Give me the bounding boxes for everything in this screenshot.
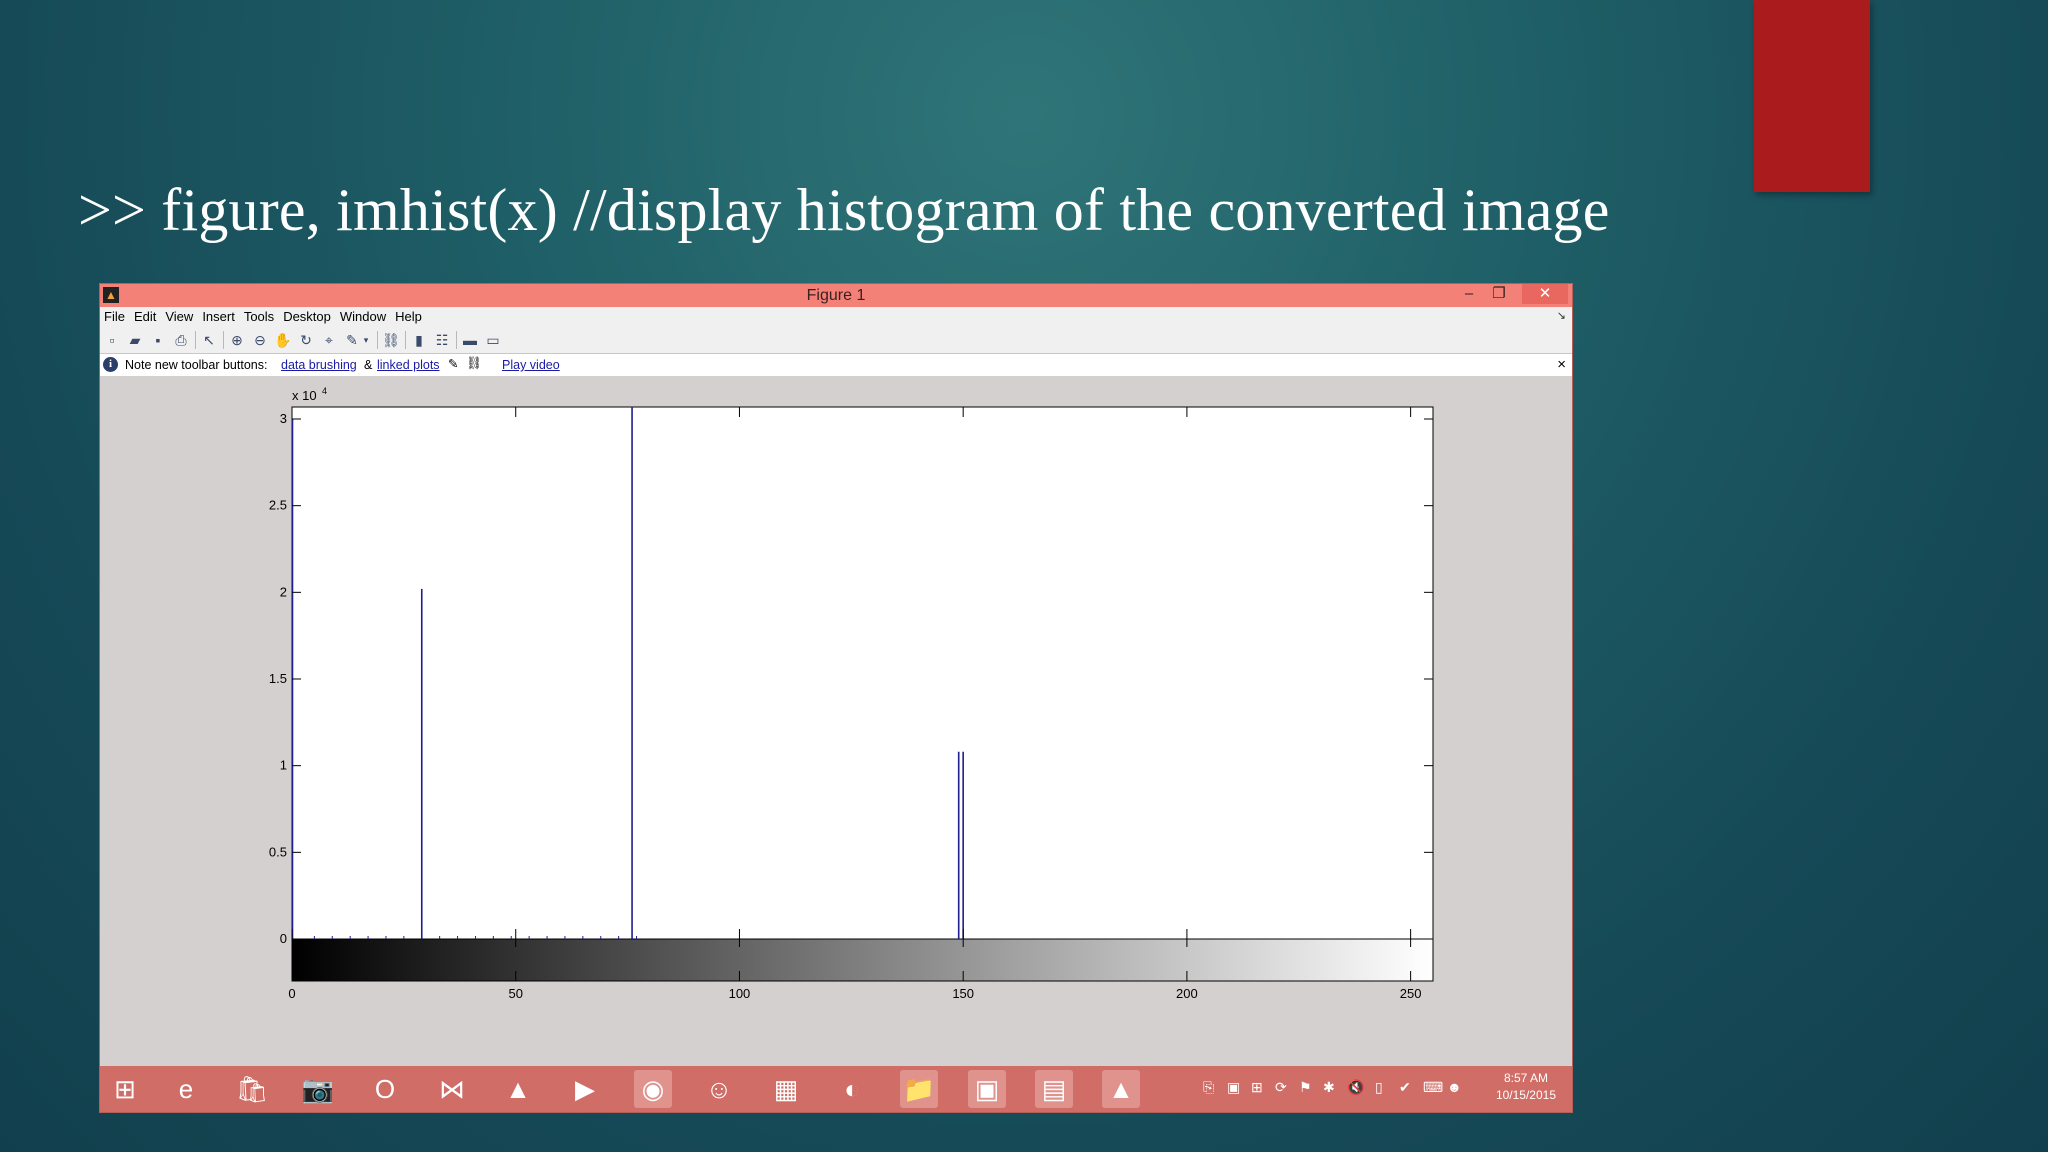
y-tick-label: 0	[280, 931, 287, 946]
menu-window[interactable]: Window	[336, 307, 391, 327]
zoom-in-icon[interactable]: ⊕	[228, 331, 246, 349]
close-button[interactable]: ✕	[1522, 284, 1568, 304]
language-tray-icon[interactable]: ⌨	[1423, 1079, 1443, 1096]
y-tick-label: 3	[280, 411, 287, 426]
antivirus-tray-icon[interactable]: ✔	[1399, 1079, 1411, 1096]
data-cursor-icon[interactable]: ⌖	[320, 331, 338, 349]
menu-view[interactable]: View	[161, 307, 198, 327]
close-infobar-icon[interactable]: ×	[1557, 356, 1566, 373]
window-title: Figure 1	[806, 287, 866, 304]
bluetooth-tray-icon[interactable]: ✱	[1323, 1079, 1335, 1096]
menu-edit[interactable]: Edit	[130, 307, 161, 327]
rotate-3d-icon[interactable]: ↻	[297, 331, 315, 349]
sync-tray-icon[interactable]: ⟳	[1275, 1079, 1287, 1096]
vlc-icon[interactable]: ▲	[499, 1070, 537, 1108]
y-tick-label: 2.5	[269, 498, 287, 513]
flag-tray-icon[interactable]: ⚑	[1299, 1079, 1312, 1096]
media-player-icon[interactable]: ▶	[566, 1070, 604, 1108]
dock-figure-icon[interactable]: ↘	[1557, 309, 1566, 322]
brush-small-icon: ✎	[448, 357, 459, 371]
menu-desktop[interactable]: Desktop	[279, 307, 336, 327]
x-tick-label: 200	[1176, 986, 1198, 1001]
info-icon: i	[103, 357, 118, 372]
play-video-link[interactable]: Play video	[502, 358, 560, 372]
colorbar-icon[interactable]: ▮	[410, 331, 428, 349]
minimize-icon: –	[1464, 285, 1474, 302]
tray-app-icon[interactable]: ▣	[1227, 1079, 1240, 1096]
clock-date: 10/15/2015	[1495, 1088, 1556, 1102]
x-tick-label: 250	[1400, 986, 1422, 1001]
show-plot-tools-icon[interactable]: ▭	[484, 331, 502, 349]
file-explorer-icon[interactable]: 📁	[900, 1070, 938, 1108]
zoom-out-icon[interactable]: ⊖	[251, 331, 269, 349]
y-exponent-label: x 10	[292, 388, 317, 403]
menu-insert[interactable]: Insert	[198, 307, 240, 327]
y-tick-label: 0.5	[269, 844, 287, 859]
opera-icon[interactable]: O	[366, 1070, 404, 1108]
user-tray-icon[interactable]: ☻	[1447, 1079, 1462, 1095]
powerpoint-icon[interactable]: ▣	[968, 1070, 1006, 1108]
decorative-red-tab	[1754, 0, 1870, 192]
windows-tray-icon[interactable]: ⊞	[1251, 1079, 1263, 1096]
window-titlebar[interactable]: ▲ Figure 1 – ❐ ✕	[100, 284, 1572, 307]
edit-plot-icon[interactable]: ↖	[200, 331, 218, 349]
windows-taskbar: ⊞ e 🛍 📷 O ⋈ ▲ ▶ ◉ ☺ ▦ ◐ 📁 ▣ ▤ ▲ ⎘ ▣ ⊞ ⟳ …	[100, 1066, 1572, 1112]
info-ampersand: &	[364, 358, 373, 372]
x-tick-label: 150	[952, 986, 974, 1001]
legend-icon[interactable]: ☷	[433, 331, 451, 349]
restore-button[interactable]: ❐	[1486, 284, 1512, 304]
close-icon: ✕	[1538, 285, 1552, 302]
photo-app-icon[interactable]: ◐	[833, 1070, 871, 1108]
matlab-icon[interactable]: ▲	[1102, 1070, 1140, 1108]
menu-file[interactable]: File	[100, 307, 130, 327]
x-tick-label: 100	[729, 986, 751, 1001]
save-icon[interactable]: ▪	[149, 331, 167, 349]
camera-icon[interactable]: 📷	[299, 1070, 337, 1108]
linked-plots-link[interactable]: linked plots	[377, 358, 440, 372]
link-plot-icon[interactable]: ⛓	[382, 331, 400, 349]
minimize-button[interactable]: –	[1456, 284, 1482, 304]
print-icon[interactable]: ⎙	[172, 331, 190, 349]
network-tray-icon[interactable]: ⎘	[1203, 1079, 1214, 1096]
open-file-icon[interactable]: ▰	[126, 331, 144, 349]
y-tick-label: 2	[280, 584, 287, 599]
histogram-chart[interactable]: 0 0.5 1 1.5 2 2.5 3 0 50 100 150 200 250 x 10 4	[100, 376, 1572, 1006]
winrar-icon[interactable]: ▤	[1035, 1070, 1073, 1108]
figure-toolbar: ▫ ▰ ▪ ⎙ ↖ ⊕ ⊖ ✋ ↻ ⌖ ✎ ▾ ⛓ ▮ ☷ ▬ ▭	[100, 327, 1572, 354]
menu-help[interactable]: Help	[391, 307, 427, 327]
menu-tools[interactable]: Tools	[240, 307, 279, 327]
new-figure-icon[interactable]: ▫	[103, 331, 121, 349]
chrome-icon[interactable]: ◉	[634, 1070, 672, 1108]
uc-browser-icon[interactable]: ☺	[700, 1070, 738, 1108]
windows-start-icon[interactable]: ⊞	[106, 1070, 144, 1108]
apps-grid-icon[interactable]: ▦	[767, 1070, 805, 1108]
internet-explorer-icon[interactable]: e	[167, 1070, 205, 1108]
x-tick-label: 50	[508, 986, 522, 1001]
brush-icon[interactable]: ✎	[343, 331, 361, 349]
store-icon[interactable]: 🛍	[233, 1070, 271, 1108]
volume-tray-icon[interactable]: 🔇	[1347, 1079, 1364, 1096]
data-brushing-link[interactable]: data brushing	[281, 358, 357, 372]
pan-icon[interactable]: ✋	[274, 331, 292, 349]
brush-dropdown-icon[interactable]: ▾	[361, 331, 371, 349]
slide-title: >> figure, imhist(x) //display histogram…	[78, 177, 1610, 243]
y-exponent-power: 4	[322, 386, 327, 396]
x-tick-label: 0	[288, 986, 295, 1001]
grayscale-colorbar	[291, 938, 1434, 982]
link-small-icon: ⛓	[466, 356, 482, 370]
y-tick-label: 1	[280, 758, 287, 773]
battery-tray-icon[interactable]: ▯	[1375, 1079, 1383, 1096]
axes-box	[291, 406, 1434, 940]
clock-time: 8:57 AM	[1503, 1071, 1548, 1085]
visual-studio-icon[interactable]: ⋈	[433, 1070, 471, 1108]
restore-icon: ❐	[1492, 285, 1506, 302]
menu-bar: File Edit View Insert Tools Desktop Window Help…	[100, 307, 1572, 327]
hide-plot-tools-icon[interactable]: ▬	[461, 331, 479, 349]
info-bar: i Note new toolbar buttons: data brushin…	[100, 354, 1572, 376]
plot-area: 0 0.5 1 1.5 2 2.5 3 0 50 100 150 200 250 x 10 4	[100, 376, 1572, 1057]
matlab-figure-window: ▲ Figure 1 – ❐ ✕ File Edit View Insert Tools…	[99, 283, 1573, 1113]
y-tick-label: 1.5	[269, 671, 287, 686]
info-text: Note new toolbar buttons:	[125, 358, 268, 372]
system-clock[interactable]: 8:57 AM 10/15/2015	[1496, 1070, 1556, 1104]
